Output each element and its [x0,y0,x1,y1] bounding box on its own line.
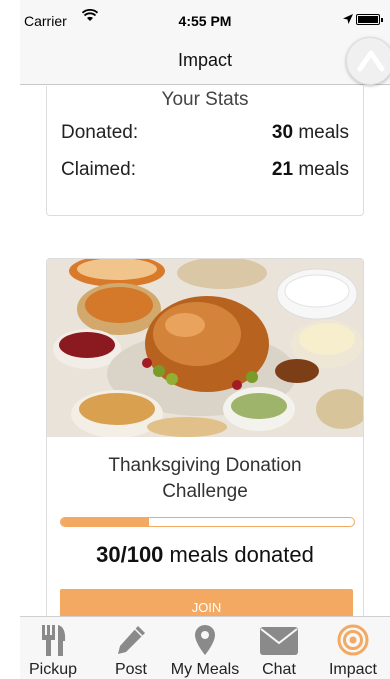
donated-label: Donated: [61,122,139,143]
stat-row-claimed: Claimed: 21 meals [61,159,349,183]
battery-icon [356,14,383,25]
target-icon [316,623,390,657]
progress-text: 30/100 meals donated [47,542,363,568]
progress-count: 30/100 [96,542,164,567]
tab-label-pickup: Pickup [28,661,78,678]
tab-chat[interactable]: Chat [242,617,316,679]
status-bar: Carrier 4:55 PM [20,0,390,40]
tab-my-meals[interactable]: My Meals [168,617,242,679]
stats-card: Your Stats Donated: 30 meals Claimed: 21… [46,86,364,216]
progress-bar-fill [61,518,149,526]
envelope-icon [242,623,316,657]
tab-label-impact: Impact [328,661,377,678]
page-title: Impact [177,50,233,70]
chevron-up-icon [357,50,385,72]
tab-label-chat: Chat [262,661,296,678]
progress-suffix: meals donated [169,542,314,567]
progress-bar [60,517,355,527]
challenge-title: Thanksgiving Donation Challenge [108,455,302,502]
donated-value: 30 meals [272,122,349,144]
challenge-card: Thanksgiving Donation Challenge 30/100 m… [46,258,364,616]
tab-label-post: Post [114,661,147,678]
clock: 4:55 PM [178,13,232,29]
tab-impact[interactable]: Impact [316,617,390,679]
scroll-content[interactable]: Your Stats Donated: 30 meals Claimed: 21… [20,86,390,616]
navigation-bar: Impact [20,37,390,85]
thanksgiving-feast-image [47,259,363,437]
tab-pickup[interactable]: Pickup [16,617,90,679]
stats-title: Your Stats [161,89,249,110]
pencil-icon [94,623,168,657]
scroll-to-top-button[interactable] [346,37,390,85]
claimed-label: Claimed: [61,159,136,180]
map-pin-icon [168,623,242,657]
fork-knife-icon [16,623,90,657]
tab-post[interactable]: Post [94,617,168,679]
stat-row-donated: Donated: 30 meals [61,122,349,146]
tab-label-my-meals: My Meals [170,661,240,678]
donated-unit: meals [298,122,349,143]
tab-bar: Pickup Post My Meals Chat Impact [20,616,390,679]
donated-count: 30 [271,122,294,143]
join-button[interactable]: JOIN [60,589,353,616]
claimed-unit: meals [298,159,349,180]
claimed-value: 21 meals [272,159,349,181]
claimed-count: 21 [271,159,294,180]
location-arrow-icon [342,12,354,28]
